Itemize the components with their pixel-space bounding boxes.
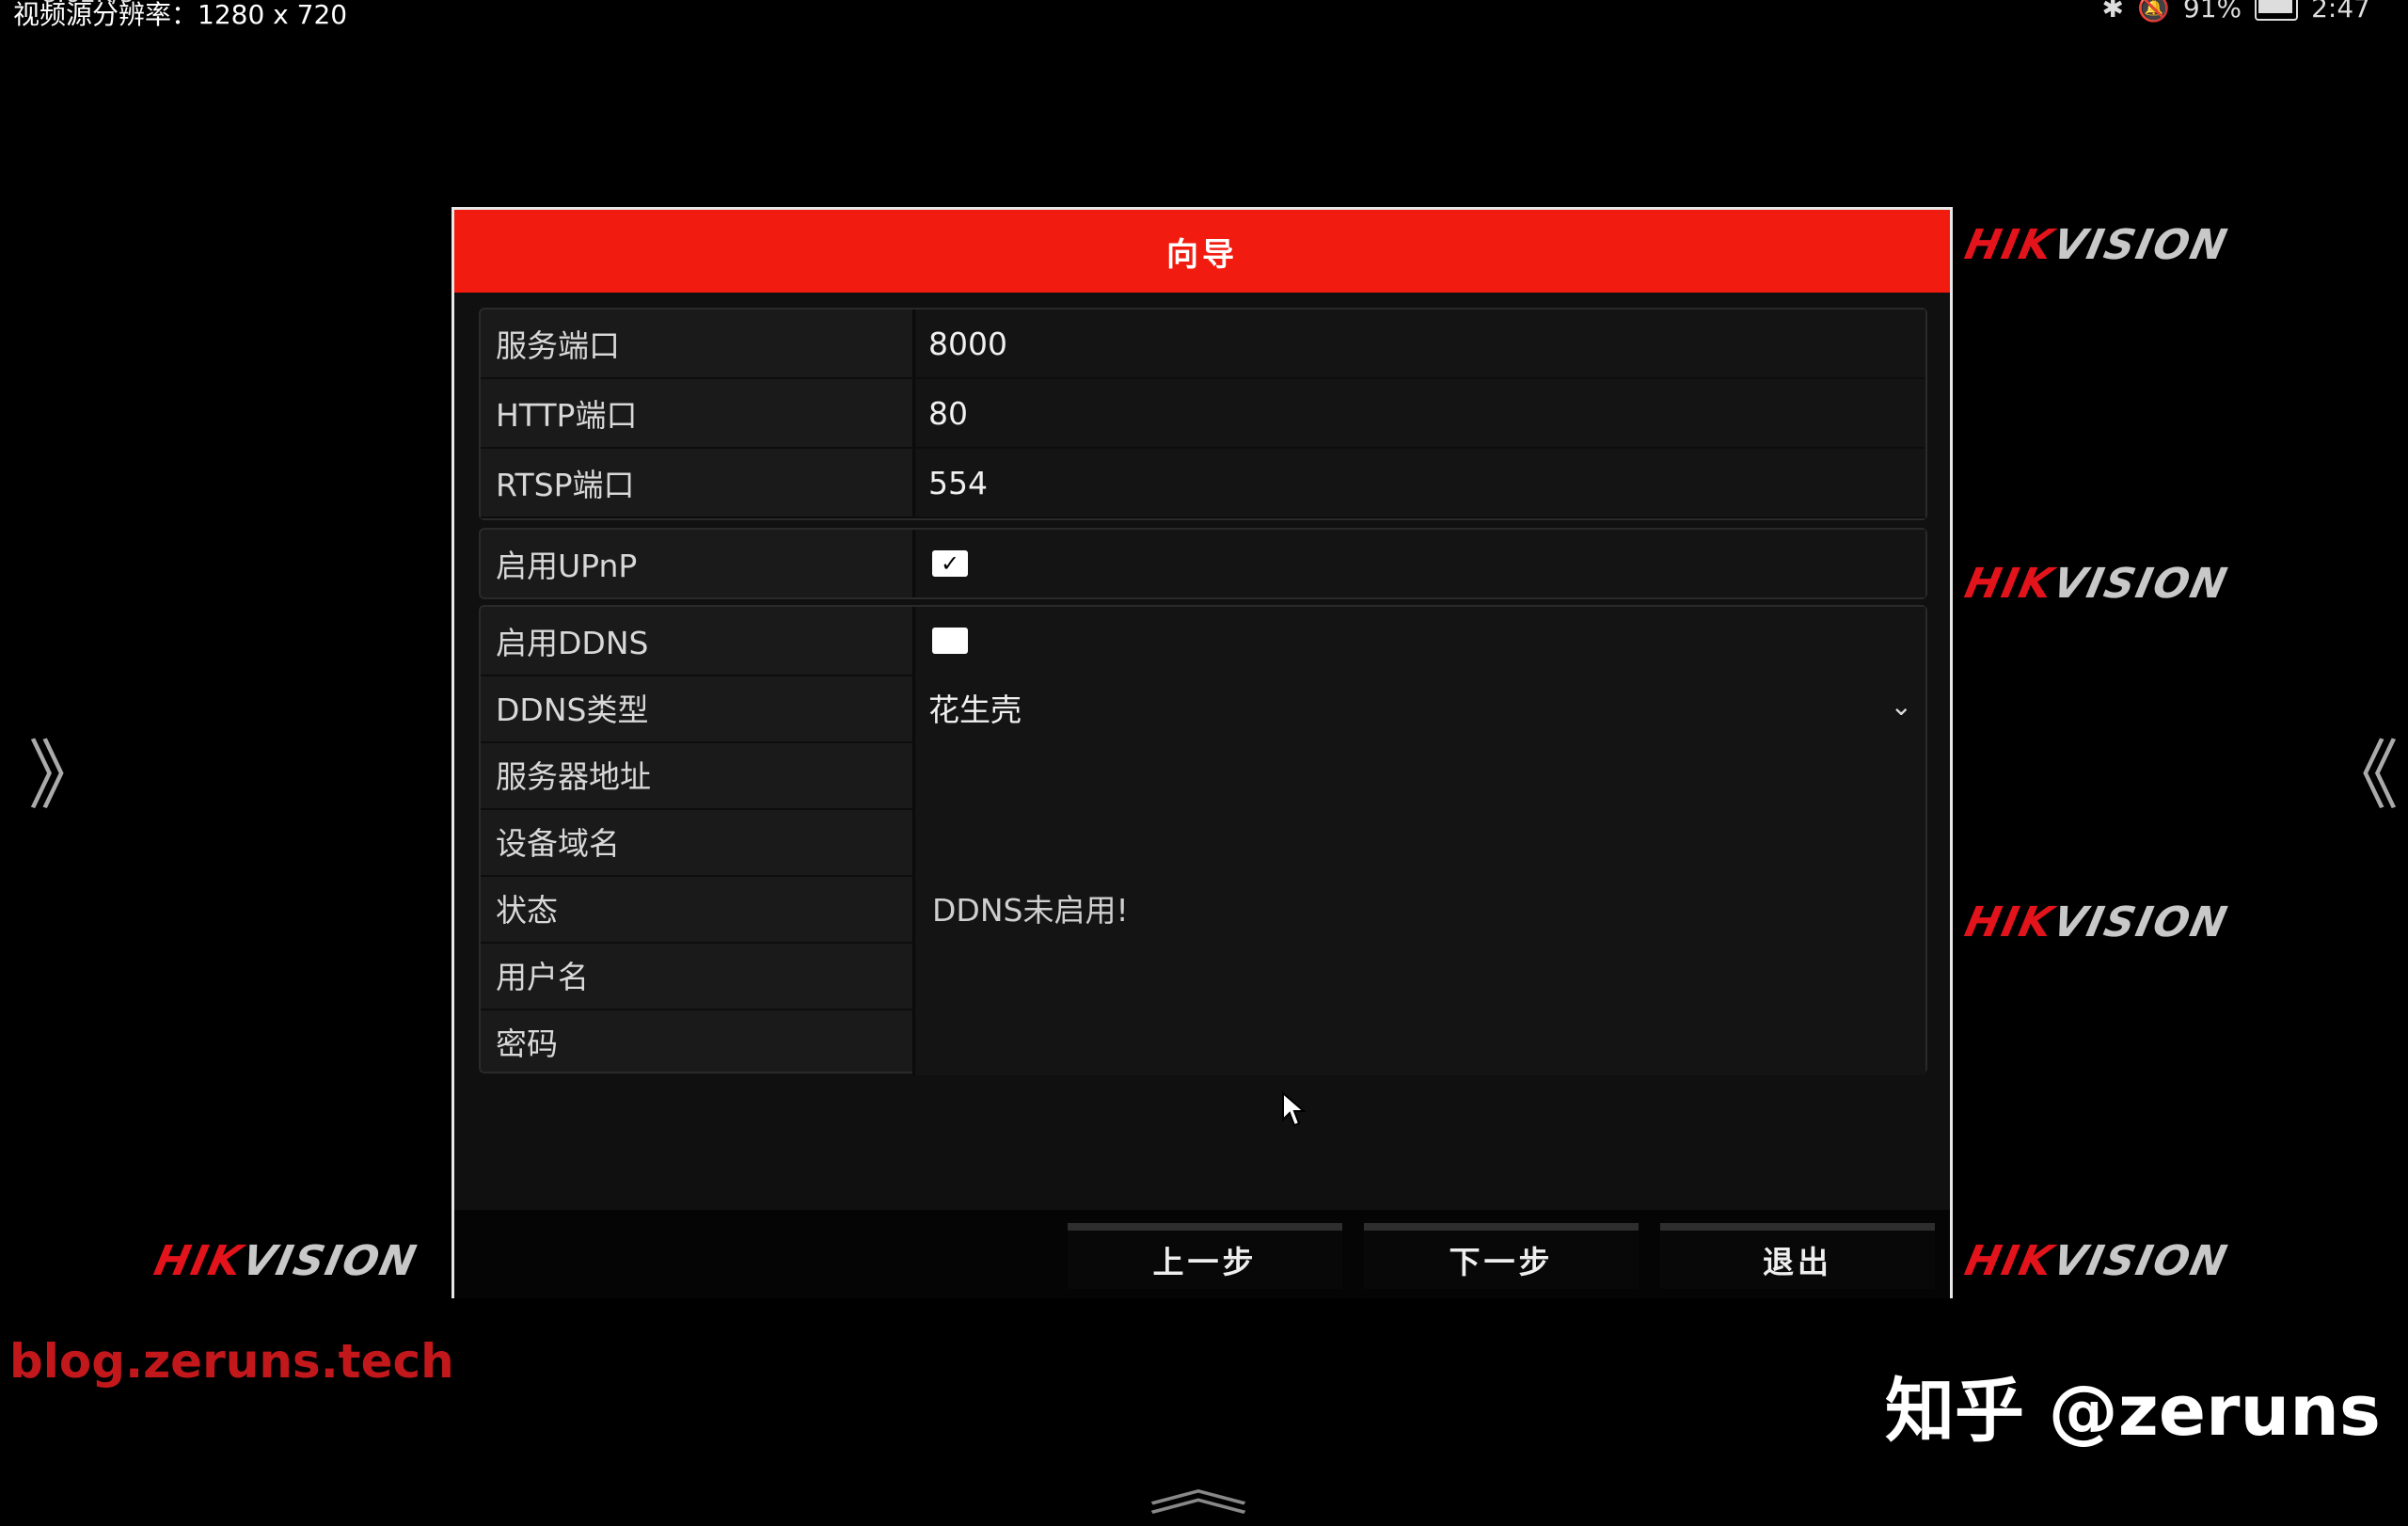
bottom-expand-arrow[interactable]: ︽ xyxy=(1148,1444,1249,1526)
ddns-enable-row: 启用DDNS xyxy=(481,607,1925,676)
exit-button[interactable]: 退出 xyxy=(1660,1223,1935,1289)
hikvision-logo: HIKVISION xyxy=(1960,898,2233,946)
prev-step-button[interactable]: 上一步 xyxy=(1068,1223,1342,1289)
ddns-enable-label: 启用DDNS xyxy=(481,607,915,675)
server-address-row: 服务器地址 xyxy=(481,740,1925,810)
clock: 2:47 xyxy=(2311,0,2370,24)
wizard-dialog: 向导 服务端口 8000 HTTP端口 80 RTSP端口 554 启用UPnP… xyxy=(452,207,1953,1298)
mouse-cursor-icon xyxy=(1282,1091,1307,1127)
status-label: 状态 xyxy=(481,874,915,942)
rtsp-port-label: RTSP端口 xyxy=(481,449,915,517)
http-port-row: HTTP端口 80 xyxy=(481,379,1925,449)
checkmark-icon: ✓ xyxy=(940,550,960,577)
ddns-checkbox[interactable] xyxy=(932,628,968,654)
username-row: 用户名 xyxy=(481,941,1925,1010)
ports-group: 服务端口 8000 HTTP端口 80 RTSP端口 554 xyxy=(479,308,1927,520)
bluetooth-icon: ✱ xyxy=(2101,0,2124,24)
right-nav-arrow[interactable]: 《 xyxy=(2323,715,2399,824)
ddns-type-row: DDNS类型 花生壳 ⌄ xyxy=(481,674,1925,743)
password-row: 密码 xyxy=(481,1008,1925,1075)
server-address-label: 服务器地址 xyxy=(481,740,915,808)
status-bar-left: 8.62K/s 视频源分辨率：1280 x 720 xyxy=(13,0,347,30)
mute-icon: 🔕 xyxy=(2137,0,2170,24)
hikvision-logo: HIKVISION xyxy=(1960,1237,2233,1285)
password-label: 密码 xyxy=(481,1008,915,1075)
server-address-input[interactable] xyxy=(915,740,1925,808)
hikvision-logo: HIKVISION xyxy=(150,1237,422,1285)
ddns-type-value: 花生壳 xyxy=(928,691,1022,728)
upnp-checkbox[interactable]: ✓ xyxy=(932,550,968,577)
service-port-row: 服务端口 8000 xyxy=(481,310,1925,379)
device-domain-label: 设备域名 xyxy=(481,807,915,875)
service-port-input[interactable]: 8000 xyxy=(915,310,1925,377)
device-domain-input[interactable] xyxy=(915,807,1925,875)
battery-percent: 91% xyxy=(2182,0,2242,24)
resolution-value: 1280 x 720 xyxy=(198,0,348,30)
hikvision-logo: HIKVISION xyxy=(1960,560,2233,608)
battery-icon xyxy=(2255,0,2299,21)
chevron-down-icon: ⌄ xyxy=(1890,691,1912,722)
next-step-button[interactable]: 下一步 xyxy=(1364,1223,1639,1289)
http-port-input[interactable]: 80 xyxy=(915,379,1925,447)
status-row: 状态 DDNS未启用! xyxy=(481,874,1925,944)
username-label: 用户名 xyxy=(481,941,915,1009)
left-nav-arrow[interactable]: 》 xyxy=(28,715,103,824)
ddns-type-select[interactable]: 花生壳 ⌄ xyxy=(915,674,1925,741)
username-input[interactable] xyxy=(915,941,1925,1009)
network-speed: 8.62K/s xyxy=(41,0,133,9)
http-port-label: HTTP端口 xyxy=(481,379,915,447)
service-port-label: 服务端口 xyxy=(481,310,915,377)
rtsp-port-input[interactable]: 554 xyxy=(915,449,1925,517)
hikvision-logo: HIKVISION xyxy=(1960,221,2233,269)
password-input[interactable] xyxy=(915,1008,1925,1075)
status-bar-right: ✱ 🔕 91% 2:47 xyxy=(2102,0,2370,24)
blog-watermark: blog.zeruns.tech xyxy=(9,1334,454,1389)
device-domain-row: 设备域名 xyxy=(481,807,1925,877)
status-value: DDNS未启用! xyxy=(915,874,1925,942)
ddns-type-label: DDNS类型 xyxy=(481,674,915,741)
zhihu-watermark: 知乎 @zeruns xyxy=(1885,1371,2381,1452)
upnp-label: 启用UPnP xyxy=(481,530,915,597)
ddns-group: 启用DDNS DDNS类型 花生壳 ⌄ 服务器地址 设备域名 状态 DDNS未启… xyxy=(479,605,1927,1075)
upnp-group: 启用UPnP ✓ xyxy=(479,528,1927,599)
rtsp-port-row: RTSP端口 554 xyxy=(481,449,1925,518)
dialog-title: 向导 xyxy=(454,210,1950,293)
upnp-row: 启用UPnP ✓ xyxy=(481,530,1925,597)
